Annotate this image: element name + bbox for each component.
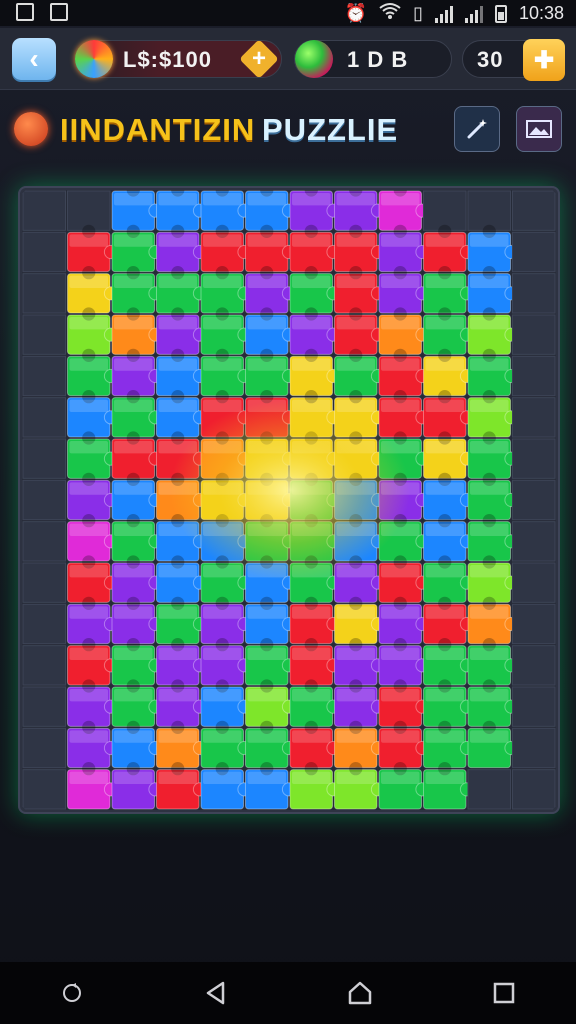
home-nav-button[interactable] [330,968,390,1018]
gems-counter: 1 D B [294,40,452,78]
image-preview-button[interactable] [516,106,562,152]
puzzle-piece [512,645,556,686]
puzzle-piece [22,438,66,479]
puzzle-piece [512,273,556,314]
currency-value: L$:$100 [123,47,212,72]
add-lives-button[interactable]: ✚ [523,39,565,81]
gems-value: 1 D B [347,47,409,72]
puzzle-piece [512,727,556,769]
puzzle-piece [22,231,66,273]
puzzle-piece [512,562,556,603]
currency-counter: L$:$100 + [75,39,282,79]
lives-value: 30 [477,47,504,72]
back-button[interactable]: ‹ [12,38,56,80]
puzzle-piece [512,521,556,562]
magic-wand-icon [467,119,487,139]
puzzle-piece [423,190,467,231]
puzzle-piece [22,521,66,562]
coin-icon [75,40,113,78]
puzzle-piece[interactable] [111,190,163,231]
puzzle-piece [67,190,111,231]
wifi-icon [379,2,401,25]
puzzle-piece [512,686,556,727]
puzzle-piece [467,190,511,231]
puzzle-piece [512,397,556,438]
battery-icon [494,4,507,23]
picture-icon [526,120,552,138]
puzzle-piece[interactable] [245,190,297,231]
puzzle-piece [512,231,556,273]
system-nav-bar [0,962,576,1024]
status-bar: ⏰ ▯ 10:38 [0,0,576,26]
puzzle-piece [22,273,66,314]
puzzle-piece [467,769,511,810]
puzzle-piece[interactable] [200,190,252,231]
puzzle-piece [22,603,66,645]
puzzle-piece[interactable] [289,190,341,231]
refresh-button[interactable] [42,968,102,1018]
vibrate-icon: ▯ [413,3,423,23]
puzzle-piece [22,645,66,686]
puzzle-piece [22,314,66,355]
tools-button[interactable] [454,106,500,152]
notification-icon [16,3,34,21]
puzzle-piece [22,190,66,231]
puzzle-piece [512,314,556,355]
alarm-icon: ⏰ [344,3,368,23]
lives-counter: 30 ✚ [462,39,565,81]
signal-icon [434,5,453,23]
puzzle-piece [512,603,556,645]
puzzle-piece [512,190,556,231]
puzzle-grid[interactable] [22,190,556,810]
puzzle-piece [512,355,556,397]
puzzle-piece [22,562,66,603]
recents-nav-button[interactable] [474,968,534,1018]
puzzle-board[interactable] [22,190,556,810]
puzzle-piece [22,769,66,810]
game-logo-icon [14,112,48,146]
plus-icon: + [251,44,267,72]
puzzle-piece [512,479,556,521]
puzzle-piece[interactable] [156,190,208,231]
image-icon [50,3,68,21]
puzzle-piece [512,438,556,479]
refresh-icon [63,983,81,1002]
game-title-part1: IINDANTIZIN [60,112,256,147]
puzzle-piece[interactable] [378,190,430,231]
recents-square-icon [493,982,515,1004]
clock: 10:38 [518,3,564,23]
plus-icon: ✚ [533,46,555,74]
puzzle-piece [22,686,66,727]
chevron-left-icon: ‹ [29,43,39,74]
gem-icon [295,40,333,78]
signal-icon [464,5,483,23]
game-screen: ⏰ ▯ 10:38 ‹ L$:$100 + 1 D B 30 ✚ IINDANT… [0,0,576,1024]
puzzle-piece [22,479,66,521]
puzzle-piece [22,727,66,769]
home-icon [348,981,372,1005]
back-nav-button[interactable] [186,968,246,1018]
puzzle-piece [512,769,556,810]
puzzle-piece[interactable] [334,190,386,231]
puzzle-piece [22,355,66,397]
puzzle-piece [22,397,66,438]
add-currency-button[interactable]: + [239,39,279,79]
back-triangle-icon [206,981,225,1005]
game-title-part2: PUZZLIE [262,112,399,147]
top-bar: ‹ L$:$100 + 1 D B 30 ✚ [0,28,576,90]
